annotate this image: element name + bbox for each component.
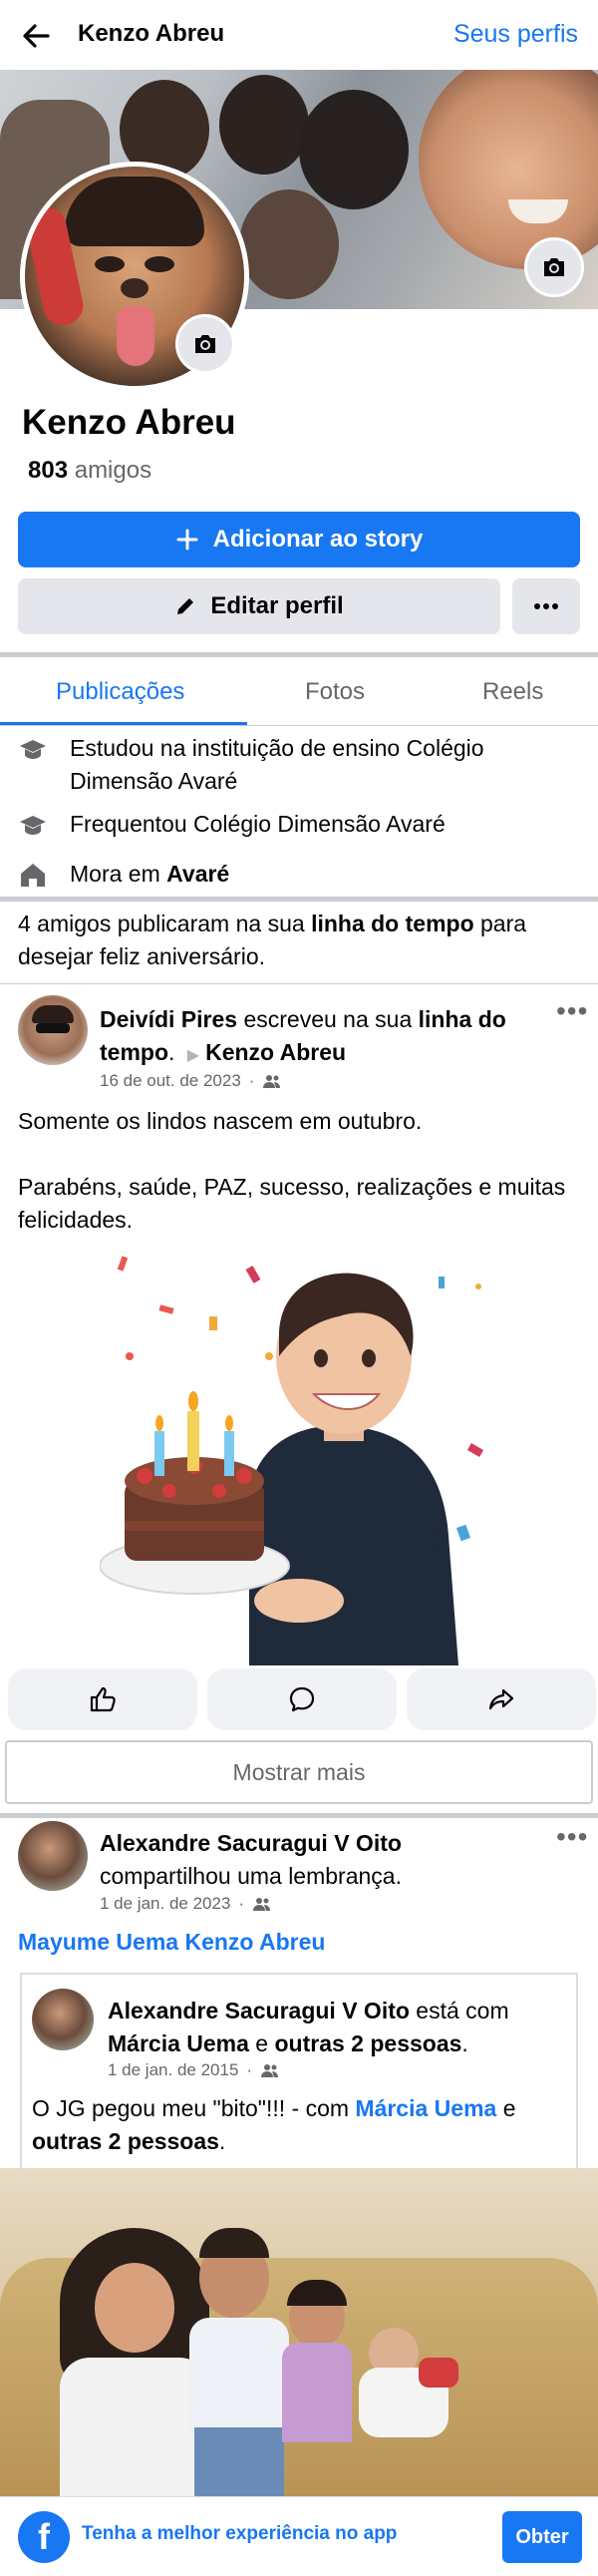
shared-meta: 1 de jan. de 2015 · [108, 2060, 280, 2080]
tab-publicacoes[interactable]: Publicações [56, 678, 184, 706]
camera-icon [544, 258, 564, 276]
top-bar: Kenzo Abreu Seus perfis [0, 0, 598, 70]
friends-audience-icon [261, 2064, 279, 2077]
post2-author-avatar[interactable] [18, 1821, 88, 1891]
get-app-button[interactable]: Obter [502, 2511, 582, 2563]
info-studied-text: Estudou na instituição de ensino Colégio… [70, 735, 484, 794]
add-to-story-label: Adicionar ao story [212, 526, 424, 552]
header-title: Kenzo Abreu [78, 20, 225, 47]
section-divider [0, 897, 598, 902]
shared-text-tag1[interactable]: Márcia Uema [355, 2095, 496, 2121]
profile-name: Kenzo Abreu [22, 403, 236, 442]
meta-dot: · [248, 1071, 255, 1090]
section-divider [0, 983, 598, 984]
meta-dot: · [246, 2060, 253, 2079]
shared-date[interactable]: 1 de jan. de 2015 [108, 2060, 238, 2080]
graduation-cap-icon [18, 810, 48, 840]
shared-period: . [461, 2030, 468, 2056]
post2-options-icon[interactable]: ••• [556, 1821, 588, 1853]
info-lives-prefix: Mora em [70, 861, 167, 887]
comment-button[interactable] [207, 1668, 397, 1730]
more-dots-icon [534, 603, 558, 609]
post-recipient[interactable]: Kenzo Abreu [205, 1039, 346, 1065]
show-more-button[interactable]: Mostrar mais [5, 1740, 593, 1804]
like-button[interactable] [8, 1668, 197, 1730]
info-attended-text: Frequentou Colégio Dimensão Avaré [70, 811, 446, 837]
edit-profile-button[interactable]: Editar perfil [18, 578, 500, 634]
plus-icon [175, 528, 199, 552]
post-actions [0, 1668, 598, 1730]
shared-text-tag2[interactable]: outras 2 pessoas [32, 2128, 219, 2154]
tab-fotos[interactable]: Fotos [305, 678, 365, 706]
birthday-note-bold[interactable]: linha do tempo [311, 911, 474, 936]
triangle-right-icon: ▶ [186, 1047, 200, 1064]
friends-count[interactable]: 803 amigos [28, 457, 151, 485]
share-button[interactable] [407, 1668, 596, 1730]
shared-text-and: e [496, 2095, 516, 2121]
graduation-cap-icon [18, 734, 48, 764]
shared-with: está com [409, 1998, 509, 2024]
thumbs-up-icon [90, 1686, 116, 1712]
shared-text-prefix: O JG pegou meu "bito"!!! - com [32, 2095, 356, 2121]
post-period: . [168, 1039, 175, 1065]
back-arrow-icon[interactable] [18, 18, 54, 54]
camera-icon [195, 335, 215, 353]
post2-action: compartilhou uma lembrança. [100, 1863, 402, 1889]
post-options-icon[interactable]: ••• [556, 995, 588, 1027]
post-author-name[interactable]: Deivídi Pires [100, 1006, 237, 1032]
pencil-icon [174, 595, 196, 617]
shared-tag2[interactable]: outras 2 pessoas [275, 2030, 462, 2056]
info-lives-city[interactable]: Avaré [166, 861, 229, 887]
more-options-button[interactable] [512, 578, 580, 634]
shared-author-name[interactable]: Alexandre Sacuragui V Oito [108, 1998, 410, 2024]
add-to-story-button[interactable]: Adicionar ao story [18, 512, 580, 567]
post-action: escreveu na sua [237, 1006, 419, 1032]
facebook-logo-icon: f [18, 2511, 70, 2563]
post-author-avatar[interactable] [18, 995, 88, 1065]
share-icon [488, 1688, 514, 1710]
birthday-note: 4 amigos publicaram na sua linha do temp… [18, 908, 586, 973]
section-divider [0, 1813, 598, 1818]
post2-header: Alexandre Sacuragui V Oito compartilhou … [100, 1827, 538, 1893]
post-date[interactable]: 16 de out. de 2023 [100, 1071, 241, 1091]
post-text-line1: Somente os lindos nascem em outubro. [18, 1108, 423, 1134]
your-profiles-link[interactable]: Seus perfis [453, 20, 578, 49]
tabs-divider [0, 725, 598, 726]
friends-audience-icon [253, 1898, 271, 1911]
shared-header: Alexandre Sacuragui V Oito está com Márc… [108, 1995, 566, 2060]
shared-author-avatar[interactable] [32, 1989, 94, 2050]
info-attended: Frequentou Colégio Dimensão Avaré [18, 808, 576, 841]
meta-dot: · [238, 1894, 245, 1913]
birthday-note-prefix: 4 amigos publicaram na sua [18, 911, 312, 936]
cover-camera-button[interactable] [524, 237, 584, 297]
shared-and: e [248, 2030, 275, 2056]
tab-reels[interactable]: Reels [482, 678, 543, 706]
shared-text: O JG pegou meu "bito"!!! - com Márcia Ue… [32, 2092, 570, 2158]
post-meta: 16 de out. de 2023 · [100, 1071, 282, 1091]
friends-number: 803 [28, 457, 69, 484]
home-icon [18, 860, 48, 890]
post2-meta: 1 de jan. de 2023 · [100, 1894, 272, 1914]
friends-audience-icon [263, 1075, 281, 1088]
shared-tag1[interactable]: Márcia Uema [108, 2030, 249, 2056]
profile-tabs: Publicações Fotos Reels [0, 662, 598, 726]
edit-profile-label: Editar perfil [210, 592, 344, 619]
post2-date[interactable]: 1 de jan. de 2023 [100, 1894, 230, 1914]
friends-label: amigos [74, 457, 152, 484]
section-divider [0, 652, 598, 657]
post2-tagline[interactable]: Mayume Uema Kenzo Abreu [18, 1929, 325, 1956]
shared-text-period: . [218, 2128, 226, 2154]
post2-author-name[interactable]: Alexandre Sacuragui V Oito [100, 1830, 402, 1856]
post-text-line2: Parabéns, saúde, PAZ, sucesso, realizaçõ… [18, 1174, 566, 1233]
comment-icon [289, 1686, 315, 1712]
birthday-avatar-illustration[interactable] [99, 1247, 518, 1665]
avatar-camera-button[interactable] [175, 314, 235, 374]
post-header: Deivídi Pires escreveu na sua linha do t… [100, 1003, 518, 1072]
info-studied: Estudou na instituição de ensino Colégio… [18, 732, 576, 798]
info-lives: Mora em Avaré [18, 858, 576, 891]
memory-photo[interactable] [0, 2168, 598, 2497]
app-promo-text[interactable]: Tenha a melhor experiência no app [82, 2523, 397, 2545]
shared-memory-card[interactable]: Alexandre Sacuragui V Oito está com Márc… [20, 1973, 578, 2168]
app-promo-bar: f Tenha a melhor experiência no app Obte… [0, 2496, 598, 2576]
